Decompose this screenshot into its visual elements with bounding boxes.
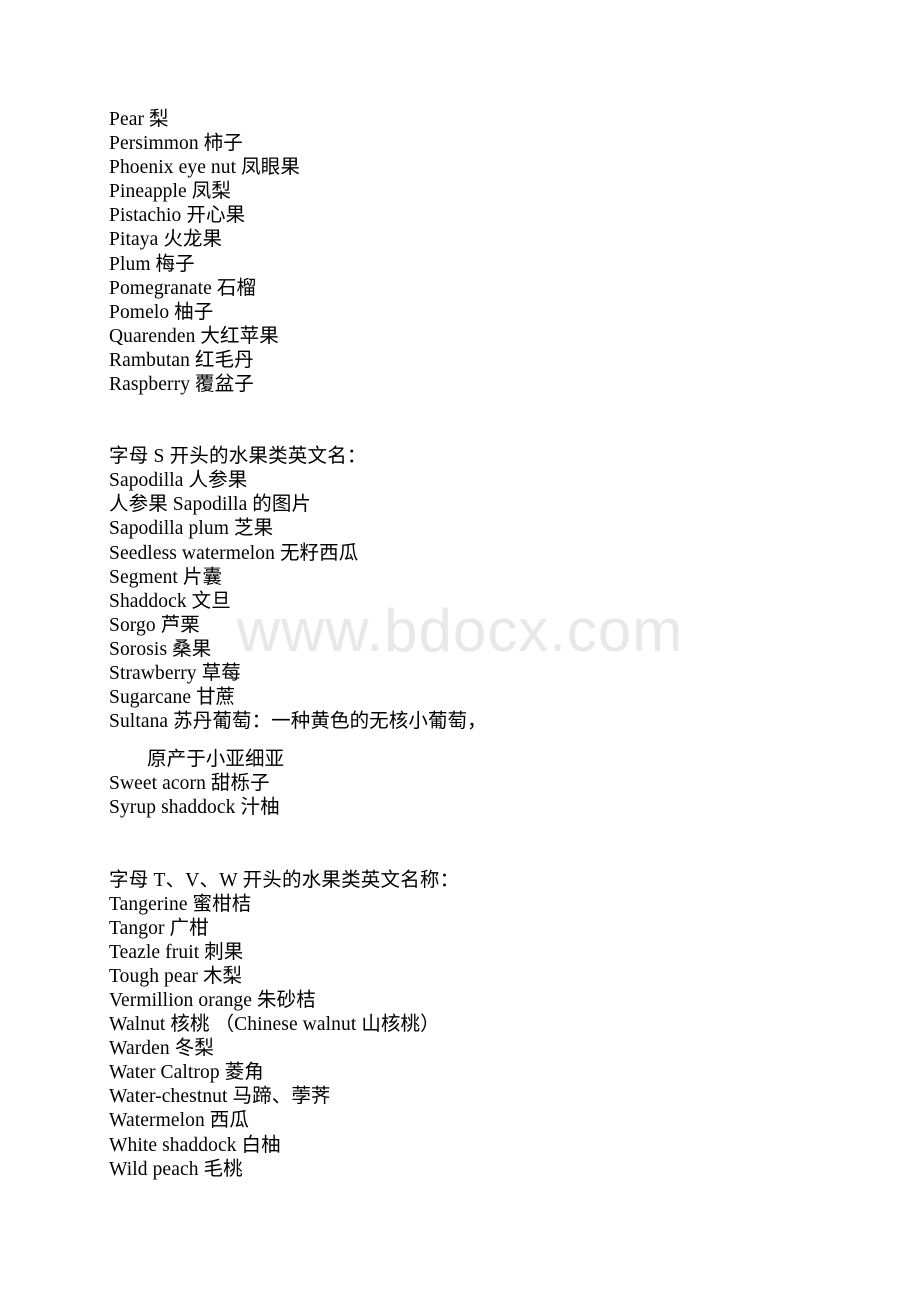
text-line: Tangerine 蜜柑桔 [109, 893, 252, 915]
text-line: Sapodilla 人参果 [109, 470, 248, 492]
text-line: Sugarcane 甘蔗 [109, 687, 236, 709]
fruit-list-t-v-w: Tangerine 蜜柑桔 Tangor 广柑 Teazle fruit 刺果 Tou… [109, 893, 869, 1182]
wrap-gap [109, 734, 869, 748]
text-line: Plum 梅子 [109, 253, 195, 275]
section-heading-t-v-w: 字母 T、V、W 开头的水果类英文名称： [109, 869, 460, 891]
text-line: White shaddock 白柚 [109, 1134, 281, 1156]
text-line: Sorgo 芦栗 [109, 614, 200, 636]
section-gap-2 [109, 821, 869, 869]
text-line: Tangor 广柑 [109, 917, 209, 939]
text-line: Sapodilla plum 芝果 [109, 518, 274, 540]
section-gap-1 [109, 397, 869, 445]
text-line: Phoenix eye nut 凤眼果 [109, 157, 300, 179]
text-line: Sultana 苏丹葡萄：一种黄色的无核小葡萄， [109, 711, 487, 733]
text-line: Pitaya 火龙果 [109, 229, 223, 251]
text-line: Rambutan 红毛丹 [109, 349, 254, 371]
text-line: Warden 冬梨 [109, 1038, 214, 1060]
text-line: Pomelo 柚子 [109, 301, 214, 323]
text-line: Pear 梨 [109, 109, 169, 130]
text-line: Vermillion orange 朱砂桔 [109, 990, 316, 1011]
text-line: Wild peach 毛桃 [109, 1158, 243, 1180]
text-line: Pomegranate 石榴 [109, 277, 257, 299]
text-line: Strawberry 草莓 [109, 662, 241, 684]
text-line: Segment 片囊 [109, 566, 223, 588]
text-line: 人参果 Sapodilla 的图片 [109, 494, 312, 516]
section-heading-s: 字母 S 开头的水果类英文名： [109, 446, 367, 468]
text-line: Shaddock 文旦 [109, 590, 231, 612]
text-line: Teazle fruit 刺果 [109, 941, 244, 963]
text-line: Syrup shaddock 汁柚 [109, 797, 280, 819]
text-line: Water Caltrop 菱角 [109, 1062, 264, 1084]
text-line: Pineapple 凤梨 [109, 181, 231, 203]
text-line: Watermelon 西瓜 [109, 1110, 249, 1132]
text-line: Raspberry 覆盆子 [109, 374, 254, 396]
text-line: Sweet acorn 甜栎子 [109, 773, 270, 795]
fruit-list-s: Sapodilla 人参果 人参果 Sapodilla 的图片 Sapodilla … [109, 469, 869, 734]
document-text-body: Pear 梨 Persimmon 柿子 Phoenix eye nut 凤眼果 Pin… [109, 108, 869, 1182]
fruit-list-p-q-r: Pear 梨 Persimmon 柿子 Phoenix eye nut 凤眼果 Pin… [109, 108, 869, 397]
document-page: Pear 梨 Persimmon 柿子 Phoenix eye nut 凤眼果 Pin… [0, 0, 920, 1302]
text-line: Tough pear 木梨 [109, 965, 243, 987]
text-line: Persimmon 柿子 [109, 133, 243, 155]
fruit-list-s-tail: Sweet acorn 甜栎子 Syrup shaddock 汁柚 [109, 772, 869, 820]
sultana-continuation: 原产于小亚细亚 [147, 749, 285, 771]
text-line: Water-chestnut 马蹄、荸荠 [109, 1086, 331, 1108]
text-line: Sorosis 桑果 [109, 638, 212, 660]
text-line: Pistachio 开心果 [109, 205, 246, 227]
text-line: Seedless watermelon 无籽西瓜 [109, 542, 359, 564]
text-line: Quarenden 大红苹果 [109, 325, 279, 347]
text-line: Walnut 核桃 （Chinese walnut 山核桃） [109, 1014, 440, 1036]
